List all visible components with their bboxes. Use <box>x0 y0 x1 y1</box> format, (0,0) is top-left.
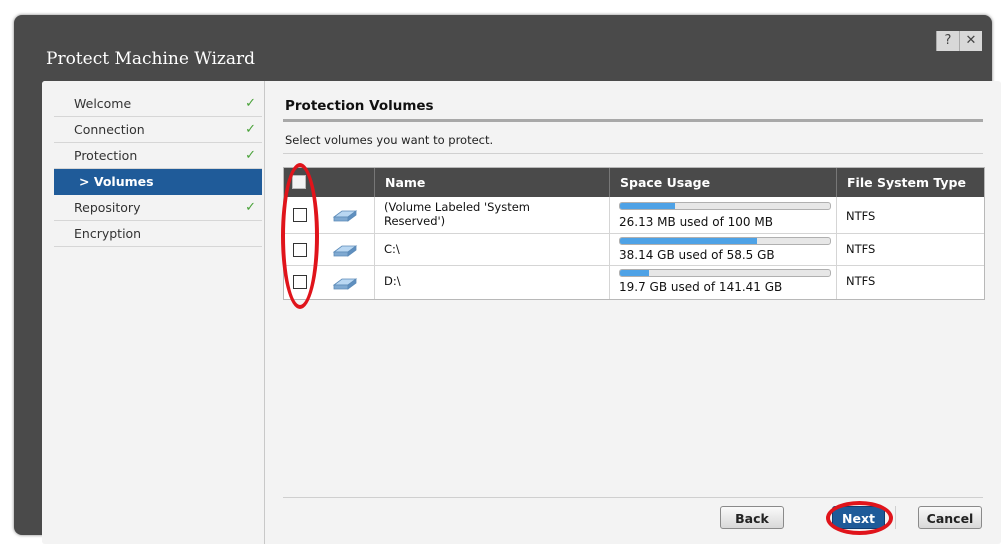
usage-text: 19.7 GB used of 141.41 GB <box>619 280 783 294</box>
table-row[interactable]: D:\ 19.7 GB used of 141.41 GB NTFS <box>284 266 984 299</box>
window-controls: ? ✕ <box>936 31 982 51</box>
table-row[interactable]: (Volume Labeled 'System Reserved') 26.13… <box>284 197 984 234</box>
usage-progress-bar <box>619 202 831 210</box>
step-welcome[interactable]: Welcome ✓ <box>54 91 262 117</box>
volume-name: (Volume Labeled 'System Reserved') <box>384 200 531 228</box>
volumes-table: Name Space Usage File System Type (Volum… <box>283 167 985 300</box>
button-divider <box>895 506 896 529</box>
column-header-name[interactable]: Name <box>374 168 609 197</box>
step-protection[interactable]: Protection ✓ <box>54 143 262 169</box>
volume-checkbox[interactable] <box>293 243 307 257</box>
checkmark-icon: ✓ <box>245 96 256 111</box>
space-usage-cell: 38.14 GB used of 58.5 GB <box>609 234 836 266</box>
next-button[interactable]: Next <box>832 506 885 529</box>
step-repository[interactable]: Repository ✓ <box>54 195 262 221</box>
wizard-content: Welcome ✓ Connection ✓ Protection ✓ > Vo… <box>42 81 1001 544</box>
volume-name: C:\ <box>384 242 400 256</box>
table-header: Name Space Usage File System Type <box>284 168 984 197</box>
volume-checkbox[interactable] <box>293 208 307 222</box>
main-panel: Protection Volumes Select volumes you wa… <box>265 81 1001 544</box>
step-label: Connection <box>74 122 145 137</box>
column-header-space-usage[interactable]: Space Usage <box>609 168 836 197</box>
space-usage-cell: 19.7 GB used of 141.41 GB <box>609 266 836 299</box>
cancel-button[interactable]: Cancel <box>918 506 982 529</box>
window-title: Protect Machine Wizard <box>46 49 256 69</box>
file-system-type: NTFS <box>846 242 876 256</box>
usage-progress-fill <box>620 238 757 244</box>
checkmark-icon: ✓ <box>245 122 256 137</box>
usage-progress-fill <box>620 270 650 276</box>
file-system-type: NTFS <box>846 274 876 288</box>
help-button[interactable]: ? <box>936 31 959 51</box>
close-button[interactable]: ✕ <box>959 31 982 51</box>
usage-progress-fill <box>620 203 675 209</box>
disk-drive-icon <box>332 278 358 290</box>
section-title: Protection Volumes <box>285 98 434 114</box>
disk-drive-icon <box>332 245 358 257</box>
footer-divider <box>283 497 983 498</box>
step-label: Encryption <box>74 226 142 241</box>
table-row[interactable]: C:\ 38.14 GB used of 58.5 GB NTFS <box>284 234 984 266</box>
select-all-checkbox[interactable] <box>292 175 306 189</box>
title-divider <box>283 119 983 122</box>
space-usage-cell: 26.13 MB used of 100 MB <box>609 197 836 234</box>
instruction-text: Select volumes you want to protect. <box>285 133 494 147</box>
usage-progress-bar <box>619 237 831 245</box>
usage-text: 26.13 MB used of 100 MB <box>619 215 773 229</box>
step-label: Welcome <box>74 96 132 111</box>
step-label: Repository <box>74 200 141 215</box>
file-system-type: NTFS <box>846 209 876 223</box>
usage-text: 38.14 GB used of 58.5 GB <box>619 248 775 262</box>
steps-sidebar: Welcome ✓ Connection ✓ Protection ✓ > Vo… <box>42 81 265 544</box>
step-volumes[interactable]: > Volumes <box>54 169 262 195</box>
divider <box>283 153 983 154</box>
wizard-window: Protect Machine Wizard ? ✕ Welcome ✓ Con… <box>14 15 1001 544</box>
step-label: Protection <box>74 148 138 163</box>
step-connection[interactable]: Connection ✓ <box>54 117 262 143</box>
disk-drive-icon <box>332 210 358 222</box>
back-button[interactable]: Back <box>720 506 784 529</box>
volume-name: D:\ <box>384 274 401 288</box>
column-header-file-system[interactable]: File System Type <box>836 168 984 197</box>
step-label: > Volumes <box>79 174 154 189</box>
usage-progress-bar <box>619 269 831 277</box>
step-encryption[interactable]: Encryption <box>54 221 262 247</box>
checkmark-icon: ✓ <box>245 148 256 163</box>
checkmark-icon: ✓ <box>245 200 256 215</box>
volume-checkbox[interactable] <box>293 275 307 289</box>
